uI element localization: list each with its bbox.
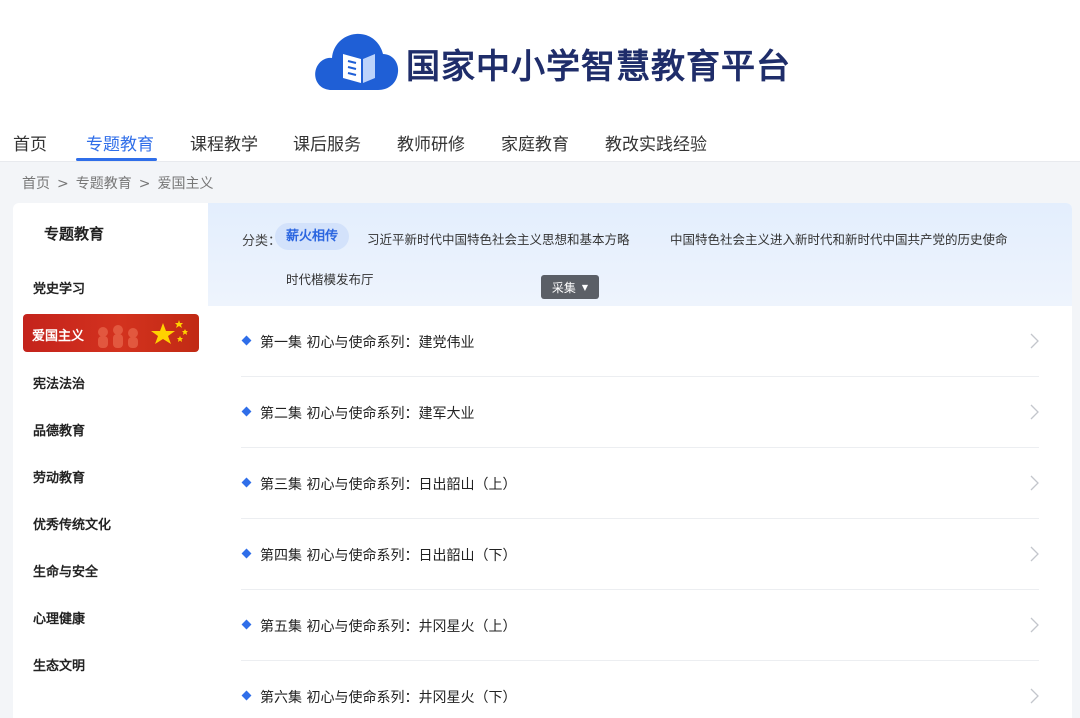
- breadcrumb-current: 爱国主义: [157, 176, 214, 192]
- nav-course-teaching[interactable]: 课程教学: [190, 130, 258, 155]
- list-item[interactable]: 第三集 初心与使命系列：日出韶山（上）: [241, 448, 1039, 519]
- caret-down-icon: ▼: [581, 282, 589, 292]
- sidebar-item-party-history[interactable]: 党史学习: [33, 278, 85, 297]
- breadcrumb-topic-education[interactable]: 专题教育: [76, 176, 132, 192]
- episode-title: 第二集 初心与使命系列：建军大业: [260, 406, 475, 422]
- breadcrumb-home[interactable]: 首页: [22, 176, 50, 192]
- nav-teacher-training[interactable]: 教师研修: [397, 130, 465, 155]
- main-nav: 首页 专题教育 课程教学 课后服务 教师研修 家庭教育 教改实践经验: [0, 122, 1080, 162]
- nav-home[interactable]: 首页: [13, 130, 47, 155]
- site-header: 国家中小学智慧教育平台 首页 专题教育 课程教学 课后服务 教师研修 家庭教育 …: [0, 0, 1080, 162]
- episode-title: 第三集 初心与使命系列：日出韶山（上）: [260, 477, 517, 493]
- collect-button[interactable]: 采集 ▼: [541, 275, 599, 299]
- chevron-right-icon: [1030, 546, 1039, 562]
- episode-title: 第五集 初心与使命系列：井冈星火（上）: [260, 619, 517, 635]
- diamond-icon: [241, 619, 252, 630]
- category-option[interactable]: 习近平新时代中国特色社会主义思想和基本方略: [367, 229, 630, 248]
- category-option[interactable]: 中国特色社会主义进入新时代和新时代中国共产党的历史使命: [670, 229, 1008, 248]
- episode-list: 第一集 初心与使命系列：建党伟业 第二集 初心与使命系列：建军大业 第三集 初心…: [241, 306, 1039, 718]
- sidebar-item-life-safety[interactable]: 生命与安全: [33, 561, 98, 580]
- category-option[interactable]: 时代楷模发布厅: [286, 269, 374, 288]
- sidebar-title: 专题教育: [44, 225, 105, 243]
- site-logo[interactable]: 国家中小学智慧教育平台: [310, 28, 791, 98]
- episode-title: 第一集 初心与使命系列：建党伟业: [260, 335, 475, 351]
- diamond-icon: [241, 548, 252, 559]
- list-item[interactable]: 第一集 初心与使命系列：建党伟业: [241, 306, 1039, 377]
- episode-title: 第四集 初心与使命系列：日出韶山（下）: [260, 548, 517, 564]
- sidebar: 专题教育 党史学习 爱国主义 宪法法治 品德教育 劳动教育 优秀传统文化 生命与…: [13, 203, 208, 718]
- chevron-right-icon: [1030, 617, 1039, 633]
- diamond-icon: [241, 690, 252, 701]
- nav-after-school[interactable]: 课后服务: [293, 130, 361, 155]
- breadcrumb-separator: >: [138, 176, 151, 192]
- chevron-right-icon: [1030, 404, 1039, 420]
- list-item[interactable]: 第五集 初心与使命系列：井冈星火（上）: [241, 590, 1039, 661]
- nav-reform-practice[interactable]: 教改实践经验: [605, 130, 707, 155]
- list-item[interactable]: 第四集 初心与使命系列：日出韶山（下）: [241, 519, 1039, 590]
- site-title: 国家中小学智慧教育平台: [406, 46, 791, 87]
- sidebar-item-moral-education[interactable]: 品德教育: [33, 420, 85, 439]
- breadcrumb-separator: >: [57, 176, 69, 192]
- sidebar-item-patriotism[interactable]: 爱国主义: [23, 314, 199, 352]
- nav-topic-education[interactable]: 专题教育: [86, 130, 154, 155]
- collect-button-label: 采集: [551, 280, 576, 295]
- sidebar-item-traditional-culture[interactable]: 优秀传统文化: [33, 514, 111, 533]
- category-selected[interactable]: 薪火相传: [275, 223, 350, 250]
- diamond-icon: [241, 335, 252, 346]
- diamond-icon: [241, 406, 252, 417]
- chevron-right-icon: [1030, 333, 1039, 349]
- sidebar-item-labor-education[interactable]: 劳动教育: [33, 467, 85, 486]
- chevron-right-icon: [1030, 688, 1039, 704]
- breadcrumb: 首页 > 专题教育 > 爱国主义: [22, 173, 213, 193]
- list-item[interactable]: 第二集 初心与使命系列：建军大业: [241, 377, 1039, 448]
- chevron-right-icon: [1030, 475, 1039, 491]
- sidebar-item-constitution-law[interactable]: 宪法法治: [33, 373, 85, 392]
- list-item[interactable]: 第六集 初心与使命系列：井冈星火（下）: [241, 661, 1039, 718]
- episode-title: 第六集 初心与使命系列：井冈星火（下）: [260, 690, 517, 706]
- star-flag-icon: [98, 320, 188, 348]
- nav-active-indicator: [76, 158, 157, 161]
- sidebar-item-label: 爱国主义: [32, 329, 85, 344]
- diamond-icon: [241, 477, 252, 488]
- sidebar-item-ecology[interactable]: 生态文明: [33, 655, 85, 674]
- nav-family-education[interactable]: 家庭教育: [501, 130, 569, 155]
- content-panel: 分类： 薪火相传 习近平新时代中国特色社会主义思想和基本方略 中国特色社会主义进…: [208, 203, 1072, 718]
- cloud-book-logo-icon: [315, 33, 399, 90]
- category-filter: 分类： 薪火相传 习近平新时代中国特色社会主义思想和基本方略 中国特色社会主义进…: [208, 203, 1072, 306]
- sidebar-item-mental-health[interactable]: 心理健康: [33, 608, 85, 627]
